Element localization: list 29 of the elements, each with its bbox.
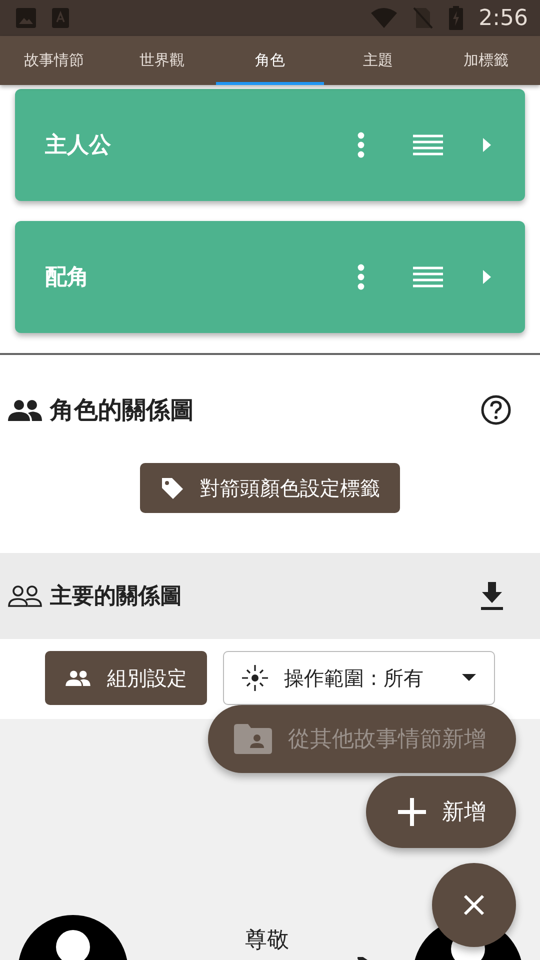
- tab[interactable]: 主題: [324, 36, 432, 85]
- folder-person-icon: [234, 724, 272, 754]
- group-name: 配角: [45, 264, 90, 292]
- tab[interactable]: 角色: [216, 36, 324, 85]
- people-icon: [8, 399, 42, 421]
- people-outline-icon: [8, 585, 42, 607]
- add-button[interactable]: 新增: [366, 776, 516, 848]
- font-icon: [52, 8, 69, 28]
- group-settings-button[interactable]: 組別設定: [45, 651, 207, 705]
- plus-icon: [398, 798, 426, 826]
- tag-button[interactable]: 對箭頭顏色設定標籤: [140, 463, 400, 513]
- caret-icon: [462, 674, 476, 682]
- scope-dropdown[interactable]: 操作範圍 : 所有: [223, 651, 495, 705]
- wifi-icon: [370, 8, 397, 28]
- image-icon: [16, 8, 36, 28]
- close-icon[interactable]: [432, 863, 516, 947]
- people-icon: [65, 670, 91, 686]
- relation-label: 尊敬: [245, 927, 289, 955]
- no-sim-icon: [412, 7, 433, 29]
- battery-icon: [448, 6, 463, 30]
- group-name: 主人公: [45, 132, 112, 160]
- tab[interactable]: 故事情節: [0, 36, 108, 85]
- tag-icon: [160, 476, 184, 500]
- diagram-title: 主要的關係圖: [50, 582, 183, 610]
- section-title: 角色的關係圖: [50, 395, 195, 426]
- status-time: 2:56: [478, 4, 528, 32]
- tab[interactable]: 加標籤: [432, 36, 540, 85]
- tab[interactable]: 世界觀: [108, 36, 216, 85]
- center-focus-icon: [242, 665, 268, 691]
